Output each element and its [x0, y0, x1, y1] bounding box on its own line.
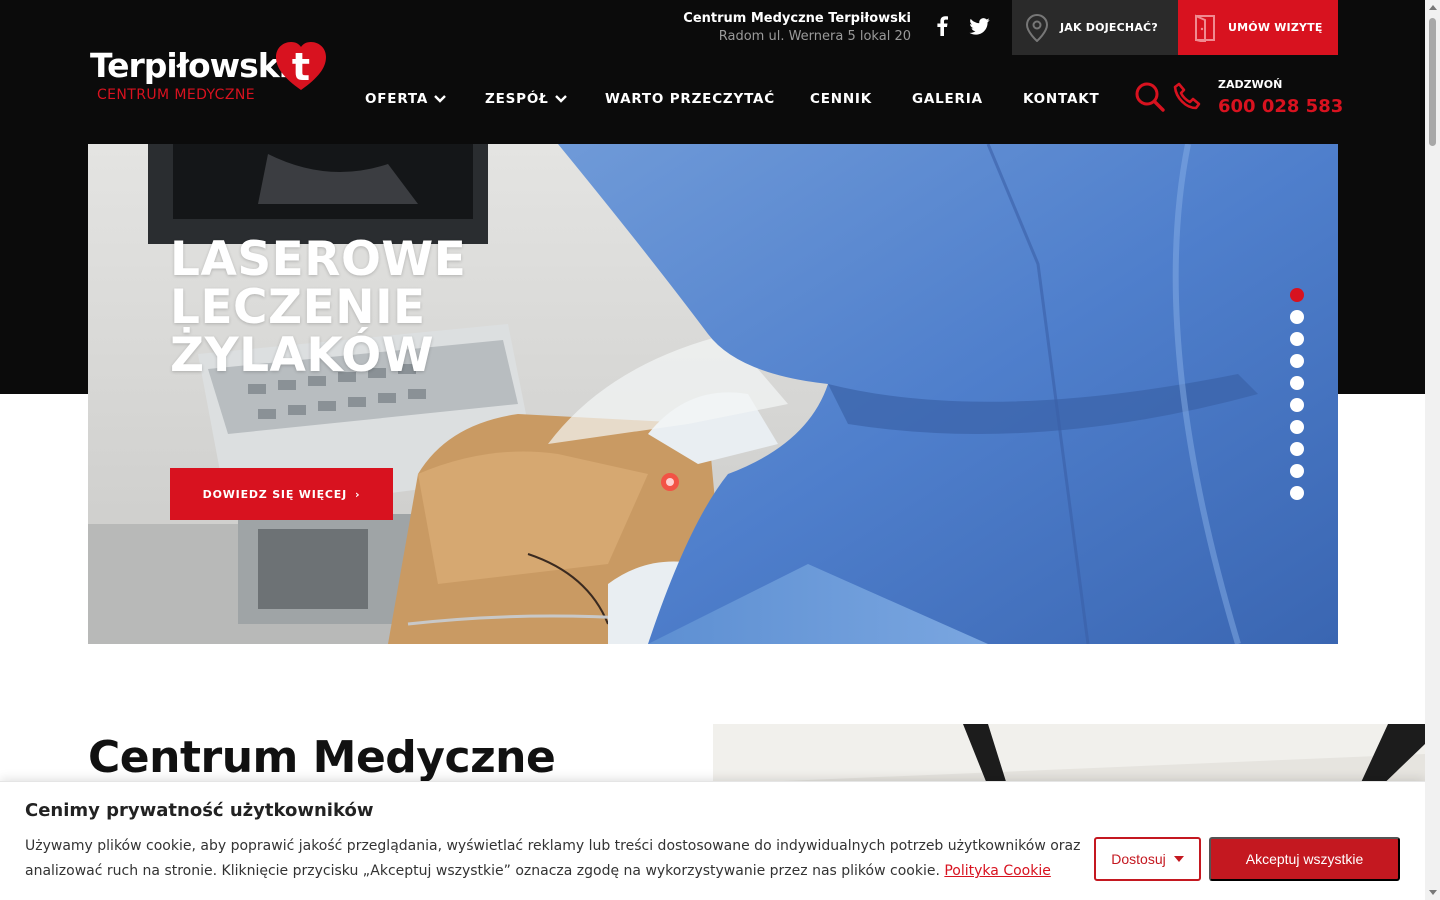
section-heading: Centrum Medyczne [88, 732, 556, 783]
nav-label: WARTO PRZECZYTAĆ [605, 91, 775, 107]
nav-label: ZESPÓŁ [485, 91, 549, 107]
nav-cennik[interactable]: CENNIK [810, 91, 872, 107]
hero-image [88, 144, 1338, 644]
phone-icon[interactable] [1171, 81, 1203, 117]
book-visit-button[interactable]: UMÓW WIZYTĘ [1178, 0, 1338, 55]
nav-oferta[interactable]: OFERTA [365, 91, 446, 107]
slider-dot[interactable] [1290, 288, 1304, 302]
facebook-icon[interactable] [930, 14, 954, 38]
nav-kontakt[interactable]: KONTAKT [1023, 91, 1100, 107]
customize-button[interactable]: Dostosuj [1094, 837, 1201, 881]
hero-slider: LASEROWE LECZENIE ŻYLAKÓW DOWIEDZ SIĘ WI… [88, 144, 1338, 644]
search-icon[interactable] [1134, 81, 1166, 117]
learn-more-label: DOWIEDZ SIĘ WIĘCEJ [202, 487, 347, 501]
nav-galeria[interactable]: GALERIA [912, 91, 983, 107]
nav-label: CENNIK [810, 91, 873, 107]
cookie-title: Cenimy prywatność użytkowników [25, 800, 374, 821]
logo[interactable]: Terpiłowski CENTRUM MEDYCZNE t [90, 42, 330, 108]
slider-dot[interactable] [1290, 420, 1304, 434]
call-label: ZADZWOŃ [1218, 78, 1283, 91]
nav-zespol[interactable]: ZESPÓŁ [485, 91, 567, 107]
slider-dot[interactable] [1290, 486, 1304, 500]
map-pin-icon [1026, 13, 1048, 42]
nav-label: OFERTA [365, 91, 429, 107]
phone-number: 600 028 583 [1218, 96, 1344, 117]
cookie-policy-link[interactable]: Polityka Cookie [944, 863, 1050, 879]
clinic-name: Centrum Medyczne Terpiłowski [683, 11, 911, 26]
cookie-banner: Cenimy prywatność użytkowników Używamy p… [0, 781, 1425, 900]
twitter-icon[interactable] [967, 14, 991, 38]
scrollbar[interactable] [1425, 0, 1440, 900]
call-block[interactable]: ZADZWOŃ 600 028 583 [1218, 78, 1343, 117]
cookie-body: Używamy plików cookie, aby poprawić jako… [25, 838, 1081, 879]
scroll-down-icon[interactable] [1429, 890, 1437, 895]
slider-dot[interactable] [1290, 464, 1304, 478]
nav-warto-przeczytac[interactable]: WARTO PRZECZYTAĆ [605, 91, 775, 107]
cookie-text: Używamy plików cookie, aby poprawić jako… [25, 834, 1085, 884]
door-icon [1194, 13, 1216, 42]
clinic-info: Centrum Medyczne Terpiłowski Radom ul. W… [683, 10, 911, 46]
page: Centrum Medyczne Terpiłowski Radom ul. W… [0, 0, 1440, 900]
customize-label: Dostosuj [1111, 851, 1166, 867]
slider-dot[interactable] [1290, 398, 1304, 412]
logo-subline: CENTRUM MEDYCZNE [97, 87, 255, 103]
clinic-address: Radom ul. Wernera 5 lokal 20 [718, 29, 911, 44]
logo-mark-letter: t [292, 45, 310, 89]
slider-dot[interactable] [1290, 376, 1304, 390]
scroll-up-icon[interactable] [1429, 5, 1437, 10]
nav-label: KONTAKT [1023, 91, 1100, 107]
slider-dot[interactable] [1290, 332, 1304, 346]
chevron-down-icon [554, 95, 567, 103]
directions-label: JAK DOJECHAĆ? [1060, 21, 1158, 34]
slider-dot[interactable] [1290, 310, 1304, 324]
slider-dot[interactable] [1290, 442, 1304, 456]
book-visit-label: UMÓW WIZYTĘ [1228, 21, 1323, 34]
chevron-right-icon: › [355, 487, 361, 501]
scroll-thumb[interactable] [1429, 18, 1436, 146]
logo-mark-icon: t [276, 42, 326, 90]
caret-down-icon [1173, 856, 1184, 862]
nav-label: GALERIA [912, 91, 983, 107]
slider-pagination [1290, 288, 1304, 500]
hero-title: LASEROWE LECZENIE ŻYLAKÓW [170, 232, 467, 383]
learn-more-button[interactable]: DOWIEDZ SIĘ WIĘCEJ › [170, 468, 393, 520]
slider-dot[interactable] [1290, 354, 1304, 368]
logo-wordmark: Terpiłowski [90, 46, 290, 85]
accept-all-button[interactable]: Akceptuj wszystkie [1209, 837, 1400, 881]
chevron-down-icon [434, 95, 446, 103]
directions-button[interactable]: JAK DOJECHAĆ? [1012, 0, 1178, 55]
